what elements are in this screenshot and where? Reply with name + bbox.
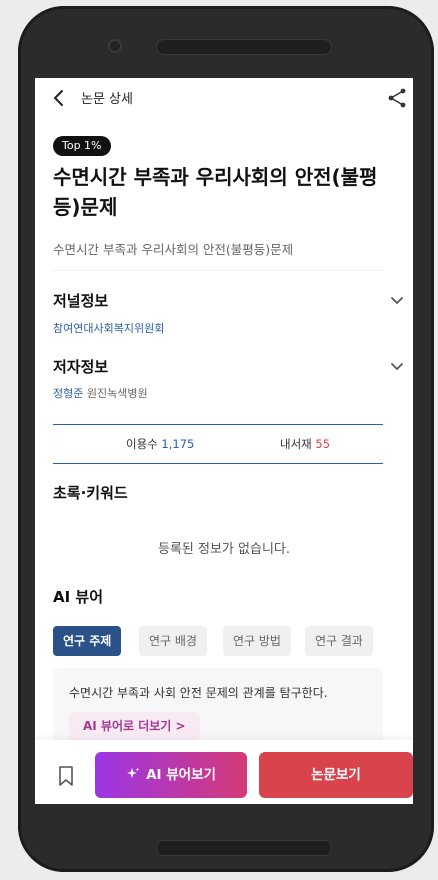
top-percent-badge: Top 1% <box>53 136 111 156</box>
tab-research-method[interactable]: 연구 방법 <box>223 626 291 656</box>
tab-research-background[interactable]: 연구 배경 <box>139 626 207 656</box>
author-info-heading[interactable]: 저자정보 <box>53 356 108 377</box>
abstract-heading: 초록·키워드 <box>53 484 128 502</box>
view-paper-button[interactable]: 논문보기 <box>259 752 413 798</box>
divider <box>53 270 383 271</box>
use-count-label: 이용수 <box>126 437 158 451</box>
library-count-value: 55 <box>315 437 331 451</box>
bookmark-icon[interactable] <box>57 765 75 787</box>
tab-research-topic[interactable]: 연구 주제 <box>53 626 122 656</box>
home-bar <box>156 840 332 856</box>
author-line: 정형준 원진녹색병원 <box>53 385 148 401</box>
journal-name-link[interactable]: 참여연대사회복지위원회 <box>53 320 164 336</box>
app-screen: 논문 상세 Top 1% 수면시간 부족과 우리사회의 안전(불평등)문제 수면… <box>35 78 413 804</box>
library-count-label: 내서재 <box>280 437 312 451</box>
journal-info-heading[interactable]: 저널정보 <box>53 290 108 311</box>
stats-bar: 이용수 1,175 내서재 55 <box>53 424 383 464</box>
ai-viewer-heading: AI 뷰어 <box>53 588 104 606</box>
use-count-stat: 이용수 1,175 <box>126 436 194 452</box>
tab-research-result[interactable]: 연구 결과 <box>305 626 373 656</box>
ai-viewer-button-label: AI 뷰어보기 <box>146 767 216 783</box>
bottom-action-bar: AI 뷰어보기 논문보기 <box>35 740 413 804</box>
author-name-link[interactable]: 정형준 <box>53 387 83 400</box>
sparkle-icon <box>127 767 140 778</box>
author-affiliation: 원진녹색병원 <box>86 387 148 400</box>
top-bar: 논문 상세 <box>35 78 413 118</box>
paper-title: 수면시간 부족과 우리사회의 안전(불평등)문제 <box>53 165 378 219</box>
chevron-down-icon[interactable] <box>390 360 404 374</box>
share-icon[interactable] <box>387 87 407 109</box>
ai-viewer-button[interactable]: AI 뷰어보기 <box>95 752 247 798</box>
library-count-stat: 내서재 55 <box>280 436 330 452</box>
page-title: 논문 상세 <box>81 92 133 107</box>
chevron-down-icon[interactable] <box>390 294 404 308</box>
camera-dot <box>108 39 122 53</box>
ai-viewer-more-button[interactable]: AI 뷰어로 더보기 > <box>69 712 200 740</box>
back-arrow-icon[interactable] <box>49 88 69 108</box>
abstract-empty-text: 등록된 정보가 없습니다. <box>158 542 290 557</box>
ai-summary-text: 수면시간 부족과 사회 안전 문제의 관계를 탐구한다. <box>69 686 328 700</box>
paper-subtitle: 수면시간 부족과 우리사회의 안전(불평등)문제 <box>53 242 294 257</box>
use-count-value: 1,175 <box>161 437 195 451</box>
speaker-grille <box>156 39 332 55</box>
